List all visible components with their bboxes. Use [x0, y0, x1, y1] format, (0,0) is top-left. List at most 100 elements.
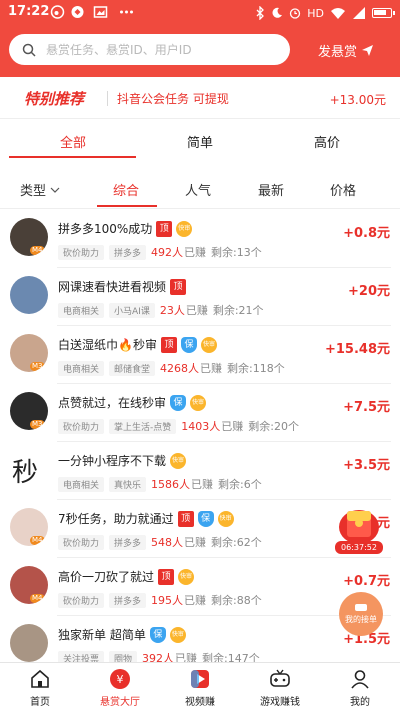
avatar: M4	[10, 218, 48, 256]
reward-hall-icon: ¥	[110, 669, 130, 689]
earned-label: 已赚	[184, 594, 207, 607]
task-title-line: 独家新单 超简单保快审	[58, 626, 186, 643]
earned-label: 已赚	[184, 246, 207, 259]
reward-amount: +20元	[348, 284, 390, 299]
special-title: 特别推荐	[24, 90, 85, 108]
active-tab-underline	[9, 156, 136, 158]
sort-price[interactable]: 价格	[330, 180, 356, 199]
task-meta: 砍价助力 拼多多 548人 已赚 剩余:62个	[58, 534, 262, 550]
remaining-count: 剩余:147个	[202, 652, 260, 662]
fast-review-badge: 快审	[190, 394, 207, 411]
my-orders-label: 我的接单	[345, 615, 377, 624]
avatar: M3	[10, 334, 48, 372]
remaining-count: 剩余:118个	[227, 362, 285, 375]
nav-profile[interactable]: 我的	[320, 667, 400, 708]
tab-high-price[interactable]: 高价	[314, 132, 340, 151]
member-level-badge: M4	[30, 536, 45, 545]
task-meta: 关注投票 圈物 392人 已赚 剩余:147个	[58, 650, 260, 662]
sort-comprehensive[interactable]: 综合	[113, 180, 139, 199]
publish-reward-button[interactable]: 发悬赏	[318, 41, 374, 60]
nav-profile-label: 我的	[350, 697, 370, 708]
member-level-badge: M4	[30, 594, 45, 603]
special-recommend-banner[interactable]: 特别推荐 抖音公会任务 可提现 +13.00元	[0, 77, 400, 119]
member-level-badge: M3	[30, 362, 45, 371]
guarantee-badge: 保	[170, 394, 187, 411]
category-tag: 电商相关	[58, 476, 105, 492]
sort-newest[interactable]: 最新	[258, 180, 284, 199]
bluetooth-icon	[256, 6, 265, 20]
category-tag: 邮储食堂	[109, 360, 156, 376]
task-title-line: 高价一刀砍了就过顶快审	[58, 568, 195, 585]
fast-review-badge: 快审	[217, 510, 234, 527]
task-row[interactable]: 秒 一分钟小程序不下载 快审 电商相关 真快乐 1586人 已赚 剩余:6个 +3.5元	[0, 442, 400, 500]
nav-game-earn-label: 游戏赚钱	[260, 697, 300, 708]
category-tag: 砍价助力	[58, 534, 105, 550]
task-row[interactable]: M3 点赞就过，在线秒审保快审 砍价助力 掌上生活-点赞 1403人 已赚 剩余:20个 +7…	[0, 384, 400, 442]
status-time: 17:22	[8, 4, 50, 19]
avatar: M4	[10, 566, 48, 604]
guarantee-badge: 保	[149, 626, 166, 643]
tab-all[interactable]: 全部	[60, 132, 86, 151]
tab-simple[interactable]: 简单	[187, 132, 213, 151]
task-title: 7秒任务，助力就通过	[58, 512, 174, 526]
profile-icon	[351, 670, 369, 689]
task-row[interactable]: 网课速看快进看视频顶电商相关 小马AI课 23人 已赚 剩余:21个 +20元	[0, 268, 400, 326]
task-title-line: 网课速看快进看视频顶	[58, 278, 187, 295]
svg-text:¥: ¥	[117, 673, 124, 686]
earned-count: 4268人	[160, 362, 200, 375]
fast-review-badge: 快审	[200, 336, 217, 353]
search-placeholder: 悬赏任务、悬赏ID、用户ID	[46, 43, 192, 57]
earned-label: 已赚	[175, 652, 198, 662]
task-title: 点赞就过，在线秒审	[58, 396, 167, 410]
red-packet-icon	[339, 510, 379, 544]
send-icon	[362, 45, 374, 56]
category-tag: 砍价助力	[58, 244, 105, 260]
earned-label: 已赚	[200, 362, 223, 375]
earned-count: 23人	[159, 304, 185, 317]
top-badge: 顶	[160, 336, 177, 353]
guarantee-badge: 保	[180, 336, 197, 353]
task-list: M4 拼多多100%成功顶快审 砍价助力 拼多多 492人 已赚 剩余:13个 +0.8元 网课…	[0, 210, 400, 662]
reward-amount: +3.5元	[343, 458, 390, 473]
more-dots-icon	[120, 10, 133, 14]
type-filter-dropdown[interactable]: 类型	[20, 180, 60, 199]
remaining-count: 剩余:13个	[211, 246, 262, 259]
nav-game-earn[interactable]: 游戏赚钱	[240, 667, 320, 708]
nav-reward-hall[interactable]: ¥ 悬赏大厅	[80, 667, 160, 708]
task-meta: 砍价助力 拼多多 195人 已赚 剩余:88个	[58, 592, 262, 608]
search-input[interactable]: 悬赏任务、悬赏ID、用户ID	[9, 34, 290, 65]
hd-indicator: HD	[307, 6, 324, 20]
task-title: 白送湿纸巾🔥秒审	[58, 338, 157, 352]
nav-video-earn-label: 视频赚	[185, 697, 215, 708]
sort-popularity[interactable]: 人气	[185, 180, 211, 199]
category-tag: 圈物	[109, 650, 138, 662]
top-badge: 顶	[158, 568, 175, 585]
remaining-count: 剩余:88个	[211, 594, 262, 607]
top-badge: 顶	[177, 510, 194, 527]
task-title: 网课速看快进看视频	[58, 280, 167, 294]
task-meta: 砍价助力 掌上生活-点赞 1403人 已赚 剩余:20个	[58, 418, 299, 434]
game-icon	[270, 669, 290, 687]
earned-count: 392人	[142, 652, 175, 662]
special-amount: +13.00元	[329, 93, 386, 107]
avatar-text: 秒	[12, 458, 39, 488]
earned-label: 已赚	[184, 536, 207, 549]
weibo-notification-icon	[50, 5, 65, 19]
remaining-count: 剩余:62个	[211, 536, 262, 549]
category-tag: 掌上生活-点赞	[109, 418, 177, 434]
special-text: 抖音公会任务 可提现	[117, 92, 229, 106]
category-tag: 电商相关	[58, 360, 105, 376]
my-orders-float-button[interactable]: 我的接单	[339, 592, 383, 636]
nav-video-earn[interactable]: 视频赚	[160, 667, 240, 708]
task-title: 一分钟小程序不下载	[58, 454, 167, 468]
task-meta: 电商相关 小马AI课 23人 已赚 剩余:21个	[58, 302, 264, 318]
task-title-line: 7秒任务，助力就通过顶保快审	[58, 510, 234, 527]
nav-home[interactable]: 首页	[0, 667, 80, 708]
category-tag: 拼多多	[109, 244, 147, 260]
nav-home-label: 首页	[30, 697, 50, 708]
task-meta: 电商相关 邮储食堂 4268人 已赚 剩余:118个	[58, 360, 285, 376]
task-row[interactable]: M3 白送湿纸巾🔥秒审顶保快审 电商相关 邮储食堂 4268人 已赚 剩余:118个 +15.…	[0, 326, 400, 384]
task-row[interactable]: M4 拼多多100%成功顶快审 砍价助力 拼多多 492人 已赚 剩余:13个 +0.8元	[0, 210, 400, 268]
alarm-icon	[290, 8, 301, 19]
red-packet-float[interactable]: 06:37:52	[335, 505, 383, 555]
